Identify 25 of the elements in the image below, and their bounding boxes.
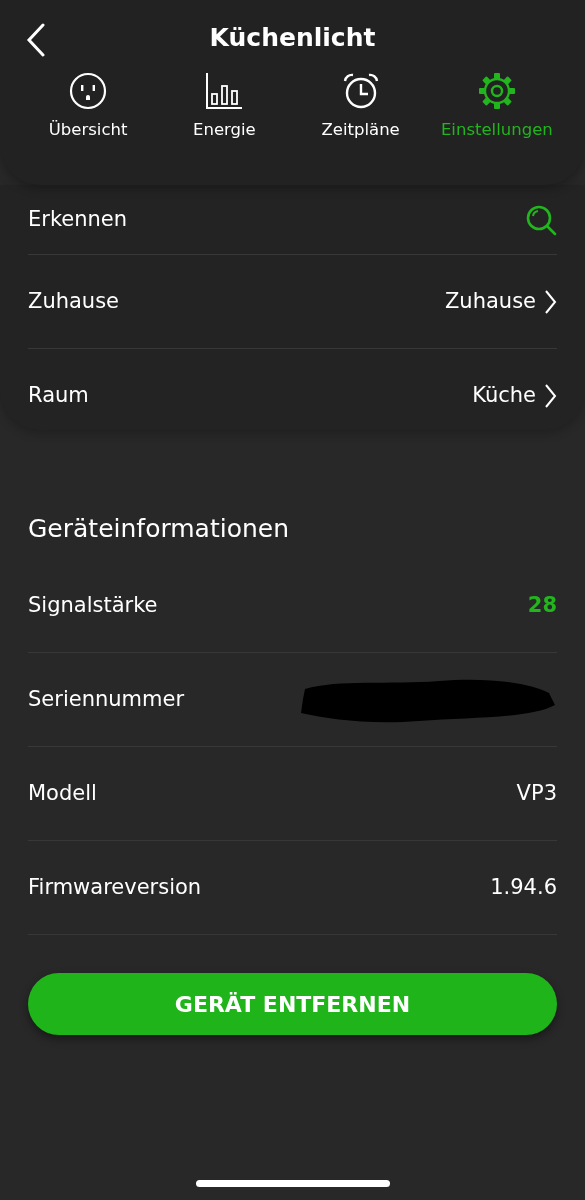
bar-chart-icon xyxy=(205,72,244,110)
tab[interactable]: Zeitpläne xyxy=(292,72,429,143)
tab[interactable]: Energie xyxy=(156,72,293,143)
screen-title: Küchenlicht xyxy=(209,23,376,52)
row-value: 28 xyxy=(527,591,557,619)
row-label: Modell xyxy=(28,779,97,807)
alarm-clock-icon xyxy=(341,72,380,110)
outlet-icon xyxy=(69,72,108,110)
row-label: Raum xyxy=(28,382,89,410)
row-label: Signalstärke xyxy=(28,591,158,619)
tab[interactable]: Einstellungen xyxy=(428,72,565,143)
search-button[interactable] xyxy=(525,203,557,236)
chevron-right-icon xyxy=(544,384,557,408)
row-label: Erkennen xyxy=(28,205,128,233)
section-heading: Geräteinformationen xyxy=(28,513,291,545)
row-link[interactable]: Zuhause xyxy=(444,285,557,318)
row-label: Zuhause xyxy=(28,287,120,315)
row-link[interactable]: Küche xyxy=(472,380,557,412)
tab[interactable]: Übersicht xyxy=(20,72,157,143)
chevron-right-icon xyxy=(544,289,557,314)
row-label: Seriennummer xyxy=(28,685,185,713)
row-label: Firmwareversion xyxy=(28,873,202,901)
row-value: 1.94.6 xyxy=(490,873,557,901)
row-value: VP3 xyxy=(516,779,557,807)
gear-icon xyxy=(477,72,516,110)
